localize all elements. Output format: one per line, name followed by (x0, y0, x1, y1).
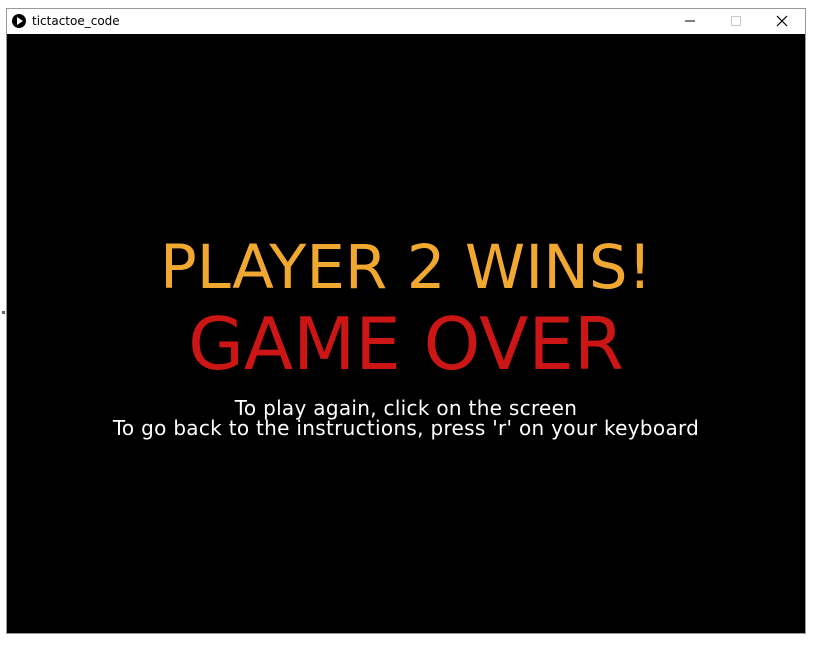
minimize-icon (685, 20, 695, 22)
window-title: tictactoe_code (32, 14, 120, 28)
game-over-text: GAME OVER (188, 302, 624, 386)
close-icon (776, 15, 788, 27)
game-canvas[interactable]: PLAYER 2 WINS! GAME OVER To play again, … (7, 34, 805, 633)
play-icon (12, 14, 26, 28)
play-again-instruction: To play again, click on the screen (234, 396, 578, 420)
close-button[interactable] (759, 9, 805, 33)
minimize-button[interactable] (667, 9, 713, 33)
maximize-button[interactable] (713, 9, 759, 33)
window-controls (667, 9, 805, 33)
app-window: tictactoe_code PLAYER 2 WINS! GAME OVER … (6, 8, 806, 634)
title-bar[interactable]: tictactoe_code (7, 9, 805, 33)
winner-text: PLAYER 2 WINS! (159, 232, 653, 303)
edge-artifact (2, 311, 5, 314)
instructions-hint: To go back to the instructions, press 'r… (112, 416, 700, 440)
maximize-icon (731, 16, 741, 26)
